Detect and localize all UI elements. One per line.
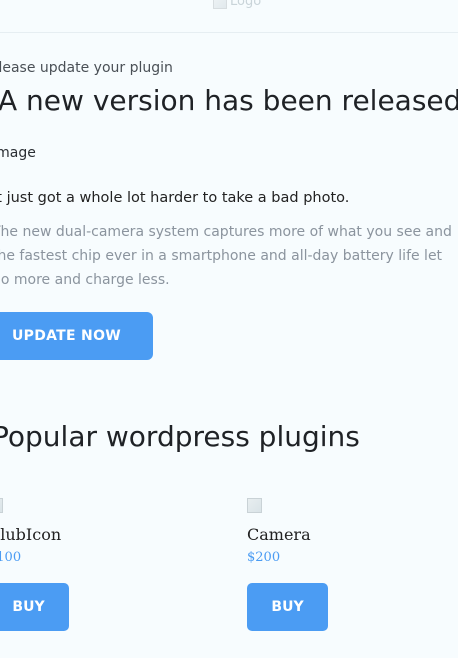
broken-image-icon — [213, 0, 227, 9]
plugin-card: Camera $200 BUY — [247, 498, 328, 631]
update-now-button[interactable]: UPDATE NOW — [0, 312, 153, 360]
plugin-price[interactable]: $200 — [247, 550, 328, 565]
description-line: The new dual-camera system captures more… — [0, 224, 452, 240]
tagline: It just got a whole lot harder to take a… — [0, 190, 350, 206]
buy-button[interactable]: BUY — [247, 583, 328, 631]
logo-alt-text: Logo — [230, 0, 262, 9]
broken-image-icon — [247, 498, 262, 513]
pre-title: Please update your plugin — [0, 60, 173, 76]
email-header: Logo — [0, 0, 458, 33]
logo: Logo — [213, 0, 261, 9]
broken-image-icon — [0, 498, 3, 513]
plugin-name: Camera — [247, 525, 311, 544]
plugin-card: ClubIcon $100 BUY — [0, 498, 69, 631]
description-line: the fastest chip ever in a smartphone an… — [0, 248, 443, 264]
plugin-price[interactable]: $100 — [0, 550, 69, 565]
description-line: do more and charge less. — [0, 272, 170, 288]
plugins-section-title: Popular wordpress plugins — [0, 420, 360, 453]
image-placeholder-label: Image — [0, 145, 36, 161]
buy-button[interactable]: BUY — [0, 583, 69, 631]
page-title: A new version has been released — [0, 84, 458, 117]
plugin-name: ClubIcon — [0, 525, 62, 544]
description: The new dual-camera system captures more… — [0, 220, 458, 292]
